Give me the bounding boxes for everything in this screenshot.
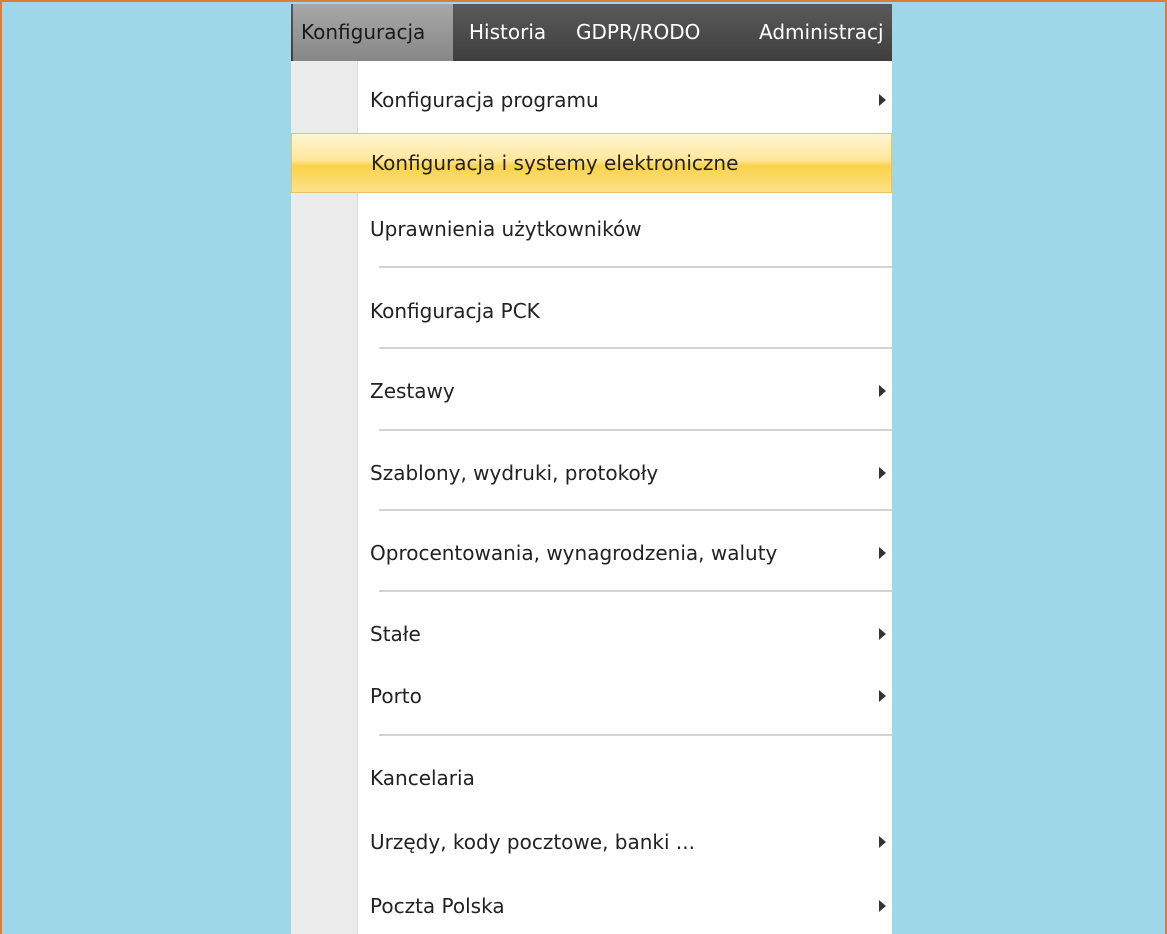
menu-item-label: Urzędy, kody pocztowe, banki ... [370, 830, 695, 854]
menu-separator [379, 734, 892, 736]
submenu-arrow-icon [879, 690, 886, 702]
menu-item-konfiguracja-systemy-elektroniczne[interactable]: Konfiguracja i systemy elektroniczne [291, 133, 892, 193]
submenu-arrow-icon [879, 467, 886, 479]
submenu-arrow-icon [879, 94, 886, 106]
menu-bar: Konfiguracja Historia GDPR/RODO Administ… [291, 4, 892, 61]
menu-item-label: Stałe [370, 622, 421, 646]
submenu-arrow-icon [879, 628, 886, 640]
menu-item-label: Konfiguracja i systemy elektroniczne [371, 151, 739, 175]
menu-konfiguracja[interactable]: Konfiguracja [293, 4, 453, 61]
submenu-arrow-icon [879, 900, 886, 912]
menu-item-kancelaria[interactable]: Kancelaria [291, 750, 892, 806]
menu-item-label: Uprawnienia użytkowników [370, 217, 642, 241]
menu-item-label: Zestawy [370, 379, 455, 403]
menu-item-konfiguracja-pck[interactable]: Konfiguracja PCK [291, 283, 892, 339]
menu-separator [379, 429, 892, 431]
menu-item-label: Porto [370, 684, 422, 708]
submenu-arrow-icon [879, 385, 886, 397]
menu-item-label: Szablony, wydruki, protokoły [370, 461, 659, 485]
menu-item-label: Konfiguracja programu [370, 88, 599, 112]
menu-item-label: Konfiguracja PCK [370, 299, 540, 323]
menu-item-zestawy[interactable]: Zestawy [291, 363, 892, 419]
konfiguracja-dropdown-menu: Konfiguracja programu Konfiguracja i sys… [291, 61, 892, 934]
menu-item-porto[interactable]: Porto [291, 668, 892, 724]
submenu-arrow-icon [879, 547, 886, 559]
menu-item-konfiguracja-programu[interactable]: Konfiguracja programu [291, 72, 892, 128]
menu-separator [379, 590, 892, 592]
menu-item-urzedy-kody-pocztowe-banki[interactable]: Urzędy, kody pocztowe, banki ... [291, 814, 892, 870]
submenu-arrow-icon [879, 836, 886, 848]
menu-item-uprawnienia-uzytkownikow[interactable]: Uprawnienia użytkowników [291, 201, 892, 257]
menu-item-label: Oprocentowania, wynagrodzenia, waluty [370, 541, 778, 565]
menu-separator [379, 266, 892, 268]
menu-separator [379, 347, 892, 349]
menu-item-label: Poczta Polska [370, 894, 505, 918]
menu-separator [379, 509, 892, 511]
menu-item-label: Kancelaria [370, 766, 475, 790]
menu-gdpr-rodo[interactable]: GDPR/RODO [568, 4, 708, 61]
menu-item-stale[interactable]: Stałe [291, 606, 892, 662]
menu-administracja[interactable]: Administracj [751, 4, 892, 61]
menu-historia[interactable]: Historia [461, 4, 554, 61]
menu-item-poczta-polska[interactable]: Poczta Polska [291, 878, 892, 934]
menu-item-szablony-wydruki-protokoly[interactable]: Szablony, wydruki, protokoły [291, 445, 892, 501]
menu-item-oprocentowania-wynagrodzenia-waluty[interactable]: Oprocentowania, wynagrodzenia, waluty [291, 525, 892, 581]
